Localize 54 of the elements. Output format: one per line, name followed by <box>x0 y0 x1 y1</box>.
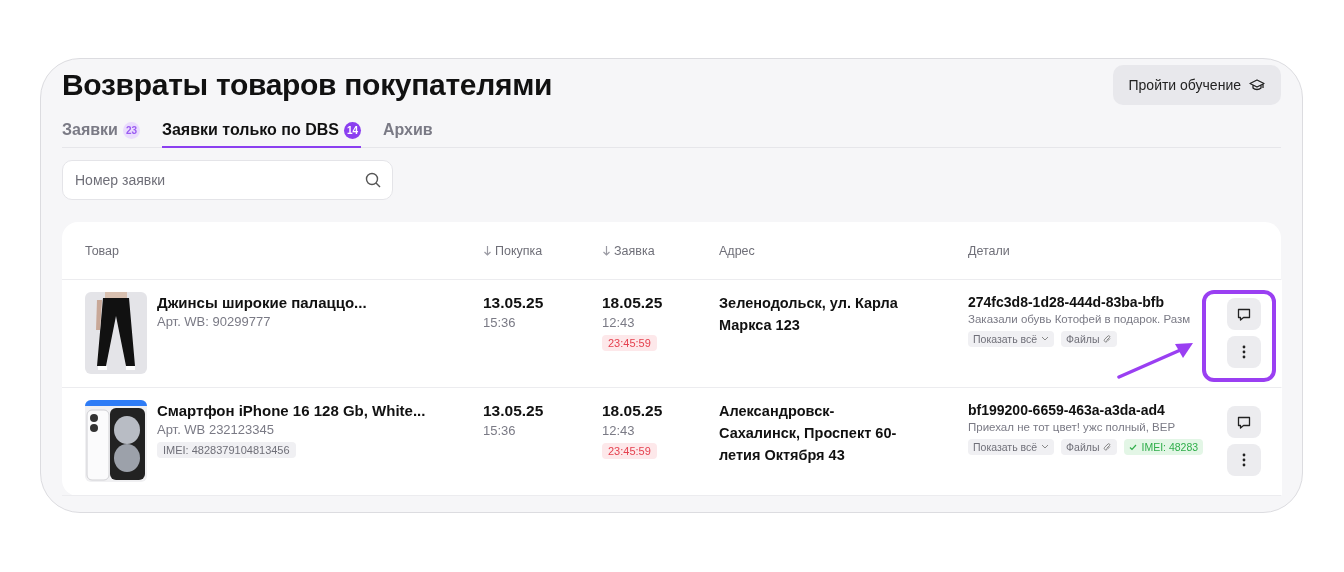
comment-text: Заказали обувь Котофей в подарок. Разм <box>968 313 1191 325</box>
graduation-cap-icon <box>1249 79 1265 91</box>
column-header: Детали <box>968 243 1010 258</box>
paperclip-icon <box>1103 334 1113 344</box>
show-all-button[interactable]: Показать всё <box>968 439 1055 455</box>
files-button[interactable]: Файлы <box>1061 439 1118 455</box>
product-name: Смартфон iPhone 16 128 Gb, White... <box>157 402 426 419</box>
column-header: Заявка <box>614 243 655 258</box>
search-icon <box>365 172 381 188</box>
purchase-date: 13.05.25 <box>483 402 544 420</box>
purchase-time: 15:36 <box>483 423 516 438</box>
address-text: Зеленодольск, ул. Карла Маркса 123 <box>719 294 899 335</box>
purchase-time: 15:36 <box>483 315 516 330</box>
imei-tag: IMEI: 48283 <box>1124 439 1204 455</box>
check-icon <box>1129 443 1138 451</box>
tab[interactable]: Заявки только по DBS 14 <box>161 121 361 148</box>
sort-arrow-icon <box>483 245 492 256</box>
request-id: bf199200-6659-463a-a3da-ad4 <box>968 402 1165 418</box>
tutorial-button[interactable]: Пройти обучение <box>1112 65 1281 105</box>
chat-icon <box>1236 307 1251 321</box>
timer-badge: 23:45:59 <box>602 335 657 351</box>
count-badge: 23 <box>122 121 140 139</box>
count-badge: 14 <box>344 121 361 139</box>
column-header: Адрес <box>719 243 755 258</box>
request-time: 12:43 <box>602 423 635 438</box>
show-all-button[interactable]: Показать всё <box>968 331 1055 347</box>
search-field[interactable]: Номер заявки <box>62 160 393 200</box>
chat-button[interactable] <box>1226 298 1261 330</box>
article-number: Арт. WB 232123345 <box>157 422 274 437</box>
request-time: 12:43 <box>602 315 635 330</box>
column-header: Товар <box>85 243 119 258</box>
timer-badge: 23:45:59 <box>602 443 657 459</box>
imei-tag: IMEI: 4828379104813456 <box>157 442 296 458</box>
article-number: Арт. WB: 90299777 <box>157 314 271 329</box>
request-id: 274fc3d8-1d28-444d-83ba-bfb <box>968 294 1165 310</box>
product-name: Джинсы широкие палаццо... <box>157 294 367 311</box>
sort-arrow-icon <box>602 245 611 256</box>
request-date: 18.05.25 <box>602 402 663 420</box>
page-title: Возвраты товаров покупателями <box>62 68 553 102</box>
more-icon <box>1241 453 1246 467</box>
tab[interactable]: Архив <box>383 121 433 148</box>
purchase-date: 13.05.25 <box>483 294 544 312</box>
chat-icon <box>1236 415 1251 429</box>
more-icon <box>1241 345 1246 359</box>
paperclip-icon <box>1103 442 1113 452</box>
chevron-down-icon <box>1041 336 1050 342</box>
address-text: Александровск-Сахалинск, Проспект 60-летия Октября 43 <box>719 402 898 465</box>
chat-button[interactable] <box>1226 406 1261 438</box>
tab[interactable]: Заявки 23 <box>62 121 140 148</box>
request-date: 18.05.25 <box>602 294 663 312</box>
files-button[interactable]: Файлы <box>1061 331 1118 347</box>
column-header: Покупка <box>495 243 543 258</box>
chevron-down-icon <box>1041 444 1050 450</box>
comment-text: Приехал не тот цвет! ужс полный, ВЕР <box>968 421 1176 433</box>
